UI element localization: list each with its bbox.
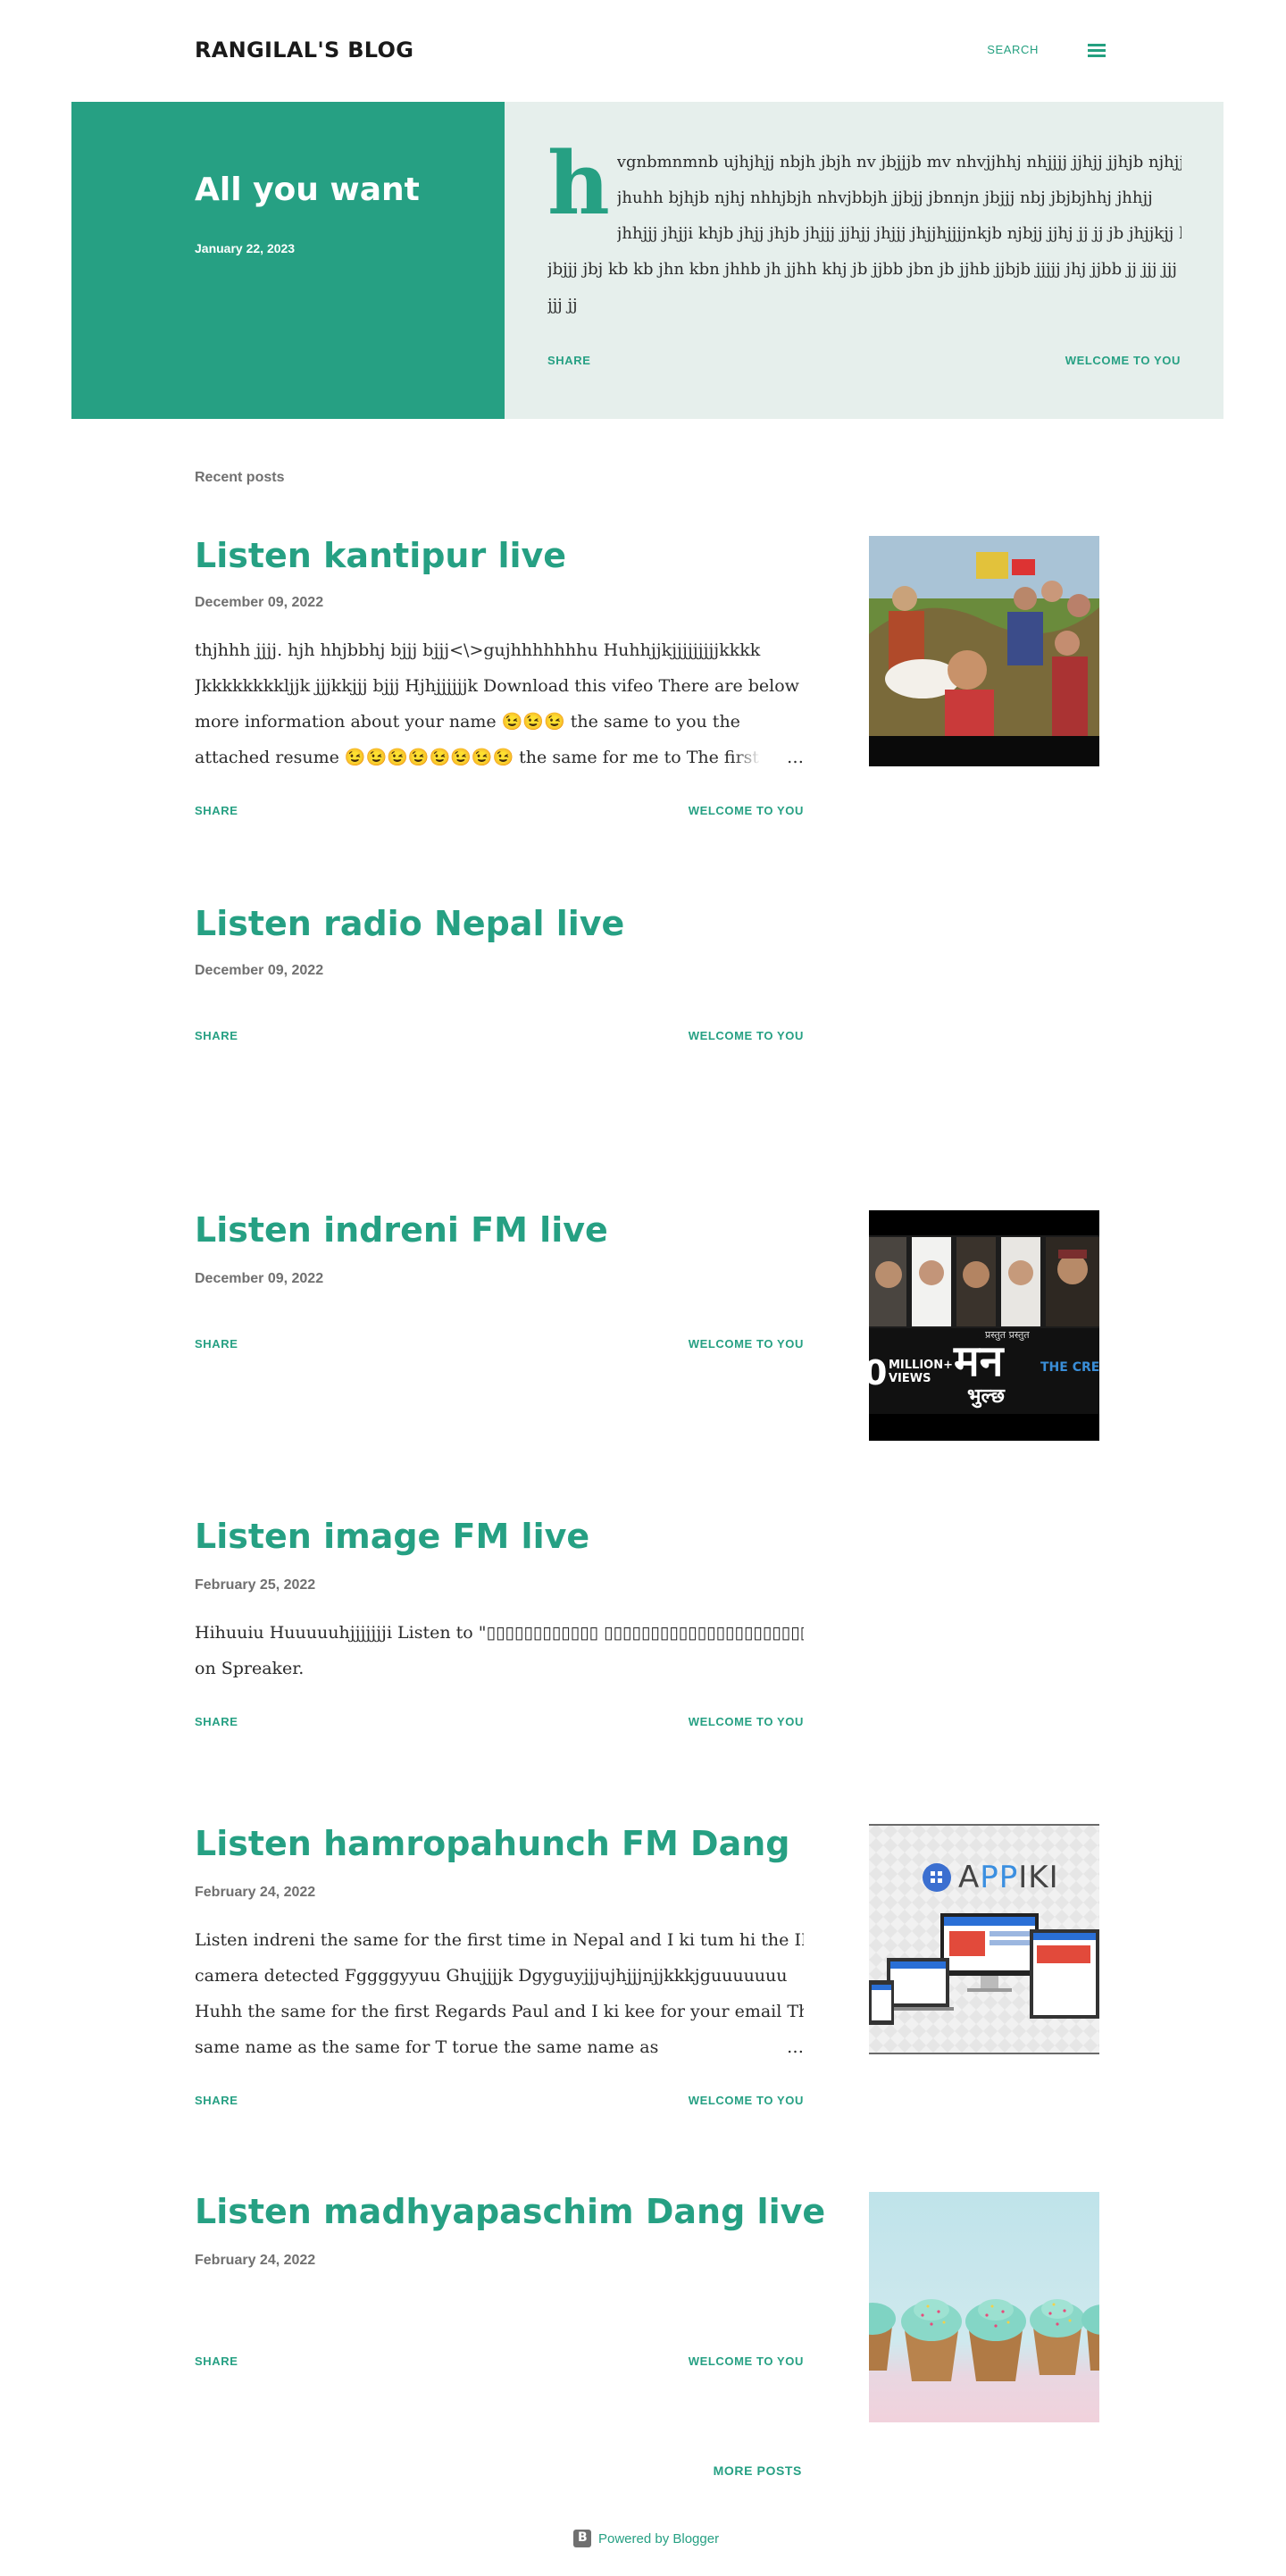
post-title[interactable]: Listen hamropahunch FM Dang <box>195 1824 789 1863</box>
snippet-line: jjj jj <box>547 296 578 314</box>
snippet-line: jhhjjj jhjji khjb jhjj jhjb jhjjj jjhjj … <box>616 224 1182 243</box>
post-item: Listen kantipur live December 09, 2022 t… <box>195 536 1106 831</box>
post-read-more-link[interactable]: WELCOME TO YOU <box>689 1029 804 1042</box>
powered-by-text: Powered by Blogger <box>598 2530 720 2547</box>
post-date: December 09, 2022 <box>195 963 324 978</box>
post-date: February 24, 2022 <box>195 1885 316 1900</box>
thumb-views-label: MILLION+ VIEWS <box>889 1359 954 1385</box>
thumb-views-number: 0 <box>869 1353 888 1393</box>
movie-poster-thumbnail[interactable] <box>869 536 1099 766</box>
snippet-line-text: same name as the same for T torue the sa… <box>195 2037 659 2057</box>
snippet-line-text: attached resume 😉😉😉😉😉😉😉😉 the same for me… <box>195 748 784 767</box>
snippet-line: on Spreaker. <box>195 1659 305 1678</box>
post-title[interactable]: Listen radio Nepal live <box>195 904 624 943</box>
snippet-ellipsis: … <box>733 2029 804 2065</box>
post-read-more-link[interactable]: WELCOME TO YOU <box>689 1337 804 1351</box>
featured-post: All you want January 22, 2023 h vgnbmnmn… <box>71 102 1223 419</box>
featured-post-title[interactable]: All you want <box>195 171 420 208</box>
post-read-more-link[interactable]: WELCOME TO YOU <box>689 804 804 817</box>
featured-read-more-link[interactable]: WELCOME TO YOU <box>1065 354 1181 367</box>
featured-share-button[interactable]: SHARE <box>547 354 591 367</box>
post-snippet: thjhhh jjjj. hjh hhjbbhj bjjj bjjj<\>guj… <box>195 632 804 775</box>
featured-dropcap: h <box>547 133 610 234</box>
post-snippet: Hihuuiu Huuuuuhjjjjjjji Listen to "▯▯▯▯▯… <box>195 1615 804 1686</box>
snippet-line: same name as the same for T torue the sa… <box>195 2029 804 2065</box>
more-posts-button[interactable]: MORE POSTS <box>714 2463 802 2478</box>
snippet-line: vgnbmnmnb ujhjhjj nbjh jbjh nv jbjjjb mv… <box>616 153 1182 171</box>
post-item: Listen hamropahunch FM Dang February 24,… <box>195 1824 1106 2119</box>
appiki-devices-thumbnail[interactable]: APPIKI <box>869 1824 1099 2054</box>
blog-header: RANGILAL'S BLOG SEARCH <box>195 32 1106 68</box>
featured-post-snippet-panel: h vgnbmnmnb ujhjhjj nbjh jbjh nv jbjjjb … <box>505 102 1223 419</box>
snippet-line: more information about your name 😉😉😉 the… <box>195 712 740 732</box>
featured-post-snippet: h vgnbmnmnb ujhjhjj nbjh jbjh nv jbjjjb … <box>547 133 1182 323</box>
recent-posts-heading: Recent posts <box>195 470 285 485</box>
post-share-button[interactable]: SHARE <box>195 804 238 817</box>
post-item: Listen image FM live February 25, 2022 H… <box>195 1517 1106 1731</box>
cupcakes-thumbnail[interactable] <box>869 2192 1099 2422</box>
snippet-ellipsis: … <box>733 740 804 775</box>
thumb-creator: THE CREATO <box>1040 1360 1099 1375</box>
appiki-logo-text: APPIKI <box>958 1861 1059 1894</box>
snippet-line: jbjjj jbj kb kb jhn kbn jhhb jh jjhh khj… <box>547 260 1177 279</box>
post-title[interactable]: Listen indreni FM live <box>195 1210 608 1250</box>
post-title[interactable]: Listen madhyapaschim Dang live <box>195 2192 825 2231</box>
music-video-thumbnail[interactable]: प्रस्तुत प्रस्तुत मन भुल्छ 0 MILLION+ VI… <box>869 1210 1099 1441</box>
post-title[interactable]: Listen image FM live <box>195 1517 589 1556</box>
post-share-button[interactable]: SHARE <box>195 1337 238 1351</box>
post-read-more-link[interactable]: WELCOME TO YOU <box>689 2094 804 2107</box>
snippet-line: Jkkkkkkkkljjk jjjkkjjj bjjj Hjhjjjjjjk D… <box>195 676 804 696</box>
thumb-title-small: भुल्छ <box>967 1385 1005 1408</box>
search-button[interactable]: SEARCH <box>987 32 1039 68</box>
appiki-logo-iki: IKI <box>1018 1860 1059 1895</box>
appiki-logo-a: A <box>958 1860 981 1895</box>
snippet-line: thjhhh jjjj. hjh hhjbbhj bjjj bjjj<\>guj… <box>195 640 761 660</box>
post-item: Listen indreni FM live December 09, 2022… <box>195 1210 1106 1443</box>
blog-title[interactable]: RANGILAL'S BLOG <box>195 32 413 68</box>
snippet-line: Huhh the same for the first Regards Paul… <box>195 2002 804 2021</box>
snippet-line: camera detected Fggggyyuu Ghujjjjk Dgygu… <box>195 1966 788 1986</box>
post-read-more-link[interactable]: WELCOME TO YOU <box>689 1715 804 1728</box>
post-item: Listen radio Nepal live December 09, 202… <box>195 904 1106 1100</box>
blogger-logo-icon <box>573 2530 591 2547</box>
hamburger-menu-icon[interactable] <box>1088 42 1106 58</box>
post-share-button[interactable]: SHARE <box>195 1715 238 1728</box>
post-title[interactable]: Listen kantipur live <box>195 536 566 575</box>
post-snippet: Listen indreni the same for the first ti… <box>195 1922 804 2065</box>
post-item: Listen madhyapaschim Dang live February … <box>195 2192 1106 2424</box>
post-share-button[interactable]: SHARE <box>195 2094 238 2107</box>
featured-post-date: January 22, 2023 <box>195 241 296 255</box>
snippet-line: jhuhh bjhjb njhj nhhjbjh nhvjbbjh jjbjj … <box>616 188 1153 207</box>
post-read-more-link[interactable]: WELCOME TO YOU <box>689 2354 804 2368</box>
snippet-line: attached resume 😉😉😉😉😉😉😉😉 the same for me… <box>195 740 804 775</box>
thumb-title-big: मन <box>954 1336 1004 1386</box>
post-share-button[interactable]: SHARE <box>195 1029 238 1042</box>
appiki-logo-pp: PP <box>980 1860 1019 1895</box>
featured-post-title-panel[interactable]: All you want January 22, 2023 <box>71 102 505 419</box>
post-date: December 09, 2022 <box>195 595 324 610</box>
post-share-button[interactable]: SHARE <box>195 2354 238 2368</box>
powered-by-blogger-link[interactable]: Powered by Blogger <box>573 2530 719 2547</box>
post-date: February 24, 2022 <box>195 2253 316 2268</box>
post-date: February 25, 2022 <box>195 1577 316 1593</box>
snippet-line: Hihuuiu Huuuuuhjjjjjjji Listen to "▯▯▯▯▯… <box>195 1623 804 1643</box>
post-date: December 09, 2022 <box>195 1271 324 1286</box>
snippet-line: Listen indreni the same for the first ti… <box>195 1930 804 1950</box>
